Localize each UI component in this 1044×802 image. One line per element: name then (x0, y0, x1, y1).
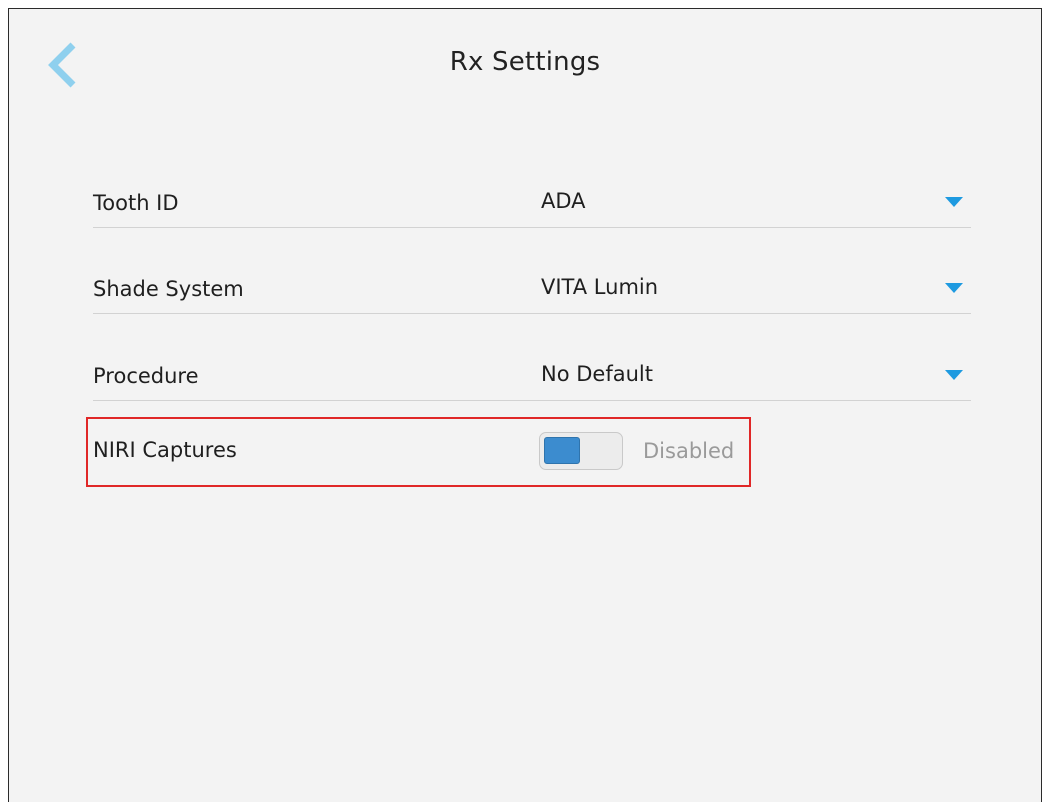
shade-system-label: Shade System (93, 277, 244, 301)
toggle-knob (544, 437, 580, 464)
page-title: Rx Settings (449, 47, 601, 77)
niri-captures-label: NIRI Captures (93, 438, 237, 462)
shade-system-dropdown-arrow-icon[interactable] (945, 283, 963, 293)
shade-system-row[interactable]: Shade System VITA Lumin (93, 253, 971, 314)
procedure-dropdown-arrow-icon[interactable] (945, 370, 963, 380)
procedure-value[interactable]: No Default (541, 362, 653, 386)
tooth-id-dropdown-arrow-icon[interactable] (945, 197, 963, 207)
niri-captures-status: Disabled (643, 439, 735, 463)
procedure-label: Procedure (93, 364, 199, 388)
tooth-id-label: Tooth ID (93, 191, 179, 215)
tooth-id-value[interactable]: ADA (541, 189, 586, 213)
shade-system-value[interactable]: VITA Lumin (541, 275, 658, 299)
niri-captures-toggle[interactable] (539, 432, 623, 470)
tooth-id-row[interactable]: Tooth ID ADA (93, 167, 971, 228)
procedure-row[interactable]: Procedure No Default (93, 340, 971, 401)
settings-window: Rx Settings Tooth ID ADA Shade System VI… (8, 8, 1042, 802)
